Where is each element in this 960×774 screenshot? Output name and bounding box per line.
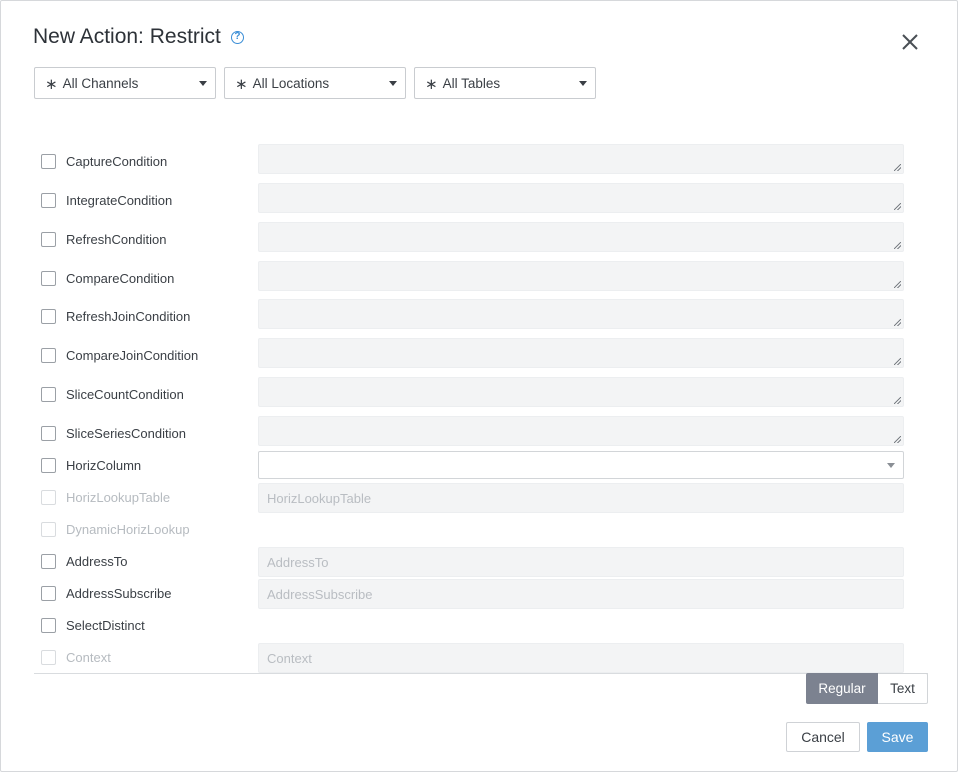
refreshjoincondition-checkbox[interactable] — [41, 309, 56, 324]
param-label: RefreshCondition — [66, 232, 167, 247]
horizlookuptable-input — [258, 483, 904, 513]
param-label: CompareJoinCondition — [66, 348, 199, 363]
param-label: AddressTo — [66, 554, 128, 569]
chevron-down-icon — [199, 81, 207, 86]
resize-grip-icon[interactable] — [894, 281, 901, 288]
dialog-title: New Action: Restrict — [33, 25, 221, 48]
integratecondition-textarea[interactable] — [258, 183, 904, 213]
location-filter-dropdown[interactable]: ∗ All Locations — [224, 67, 406, 99]
addresssubscribe-checkbox[interactable] — [41, 586, 56, 601]
resize-grip-icon[interactable] — [894, 397, 901, 404]
resize-grip-icon[interactable] — [894, 203, 901, 210]
integratecondition-checkbox[interactable] — [41, 193, 56, 208]
param-label: DynamicHorizLookup — [66, 522, 190, 537]
regular-mode-button[interactable]: Regular — [806, 673, 878, 704]
horizcolumn-checkbox[interactable] — [41, 458, 56, 473]
resize-grip-icon[interactable] — [894, 436, 901, 443]
new-action-dialog: New Action: Restrict ? ∗ All Channels ∗ … — [0, 0, 958, 772]
save-button[interactable]: Save — [867, 722, 928, 752]
param-label: HorizLookupTable — [66, 490, 171, 505]
refreshjoincondition-textarea[interactable] — [258, 299, 904, 329]
asterisk-icon: ∗ — [235, 76, 248, 93]
cancel-button[interactable]: Cancel — [786, 722, 860, 752]
dialog-title-bar: New Action: Restrict ? — [33, 25, 244, 49]
addressto-input[interactable] — [258, 547, 904, 577]
slicecountcondition-checkbox[interactable] — [41, 387, 56, 402]
capturecondition-checkbox[interactable] — [41, 154, 56, 169]
filter-bar: ∗ All Channels ∗ All Locations ∗ All Tab… — [34, 67, 596, 99]
param-label: RefreshJoinCondition — [66, 309, 191, 324]
close-icon[interactable] — [897, 29, 923, 55]
dynamichorizlookup-checkbox — [41, 522, 56, 537]
param-label: CaptureCondition — [66, 154, 168, 169]
horizlookuptable-checkbox — [41, 490, 56, 505]
close-x-glyph — [902, 34, 918, 50]
resize-grip-icon[interactable] — [894, 358, 901, 365]
chevron-down-icon — [389, 81, 397, 86]
chevron-down-icon — [579, 81, 587, 86]
horizcolumn-select[interactable] — [258, 451, 904, 479]
addressto-checkbox[interactable] — [41, 554, 56, 569]
param-label: SelectDistinct — [66, 618, 145, 633]
location-filter-label: All Locations — [252, 75, 330, 91]
capturecondition-textarea[interactable] — [258, 144, 904, 174]
table-filter-label: All Tables — [442, 75, 501, 91]
context-input — [258, 643, 904, 673]
comparecondition-checkbox[interactable] — [41, 271, 56, 286]
comparejoincondition-checkbox[interactable] — [41, 348, 56, 363]
param-label: CompareCondition — [66, 271, 175, 286]
comparejoincondition-textarea[interactable] — [258, 338, 904, 368]
param-label: HorizColumn — [66, 458, 142, 473]
content-divider — [34, 673, 928, 674]
asterisk-icon: ∗ — [425, 76, 438, 93]
table-filter-dropdown[interactable]: ∗ All Tables — [414, 67, 596, 99]
context-checkbox — [41, 650, 56, 665]
param-label: IntegrateCondition — [66, 193, 173, 208]
sliceseriescondition-textarea[interactable] — [258, 416, 904, 446]
channel-filter-dropdown[interactable]: ∗ All Channels — [34, 67, 216, 99]
text-mode-button[interactable]: Text — [878, 673, 928, 704]
resize-grip-icon[interactable] — [894, 242, 901, 249]
refreshcondition-checkbox[interactable] — [41, 232, 56, 247]
question-circle-icon[interactable]: ? — [230, 30, 244, 44]
resize-grip-icon[interactable] — [894, 164, 901, 171]
resize-grip-icon[interactable] — [894, 319, 901, 326]
addresssubscribe-input[interactable] — [258, 579, 904, 609]
asterisk-icon: ∗ — [45, 76, 58, 93]
refreshcondition-textarea[interactable] — [258, 222, 904, 252]
param-label: AddressSubscribe — [66, 586, 172, 601]
sliceseriescondition-checkbox[interactable] — [41, 426, 56, 441]
mode-toggle: Regular Text — [806, 673, 928, 704]
param-label: Context — [66, 650, 111, 665]
param-label: SliceSeriesCondition — [66, 426, 186, 441]
channel-filter-label: All Channels — [62, 75, 139, 91]
chevron-down-icon — [887, 463, 895, 468]
slicecountcondition-textarea[interactable] — [258, 377, 904, 407]
param-label: SliceCountCondition — [66, 387, 184, 402]
comparecondition-textarea[interactable] — [258, 261, 904, 291]
selectdistinct-checkbox[interactable] — [41, 618, 56, 633]
